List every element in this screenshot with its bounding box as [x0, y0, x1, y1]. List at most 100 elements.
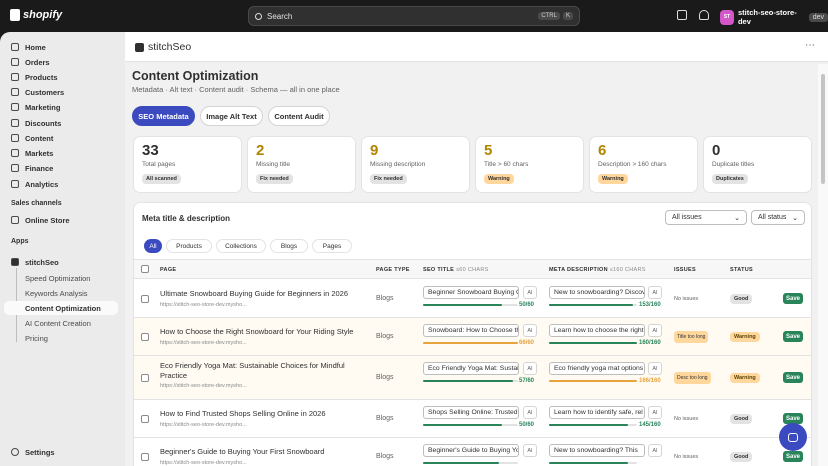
seo-char-count: 66/60: [519, 340, 535, 346]
col-meta-hint: ≤160 CHARS: [609, 267, 646, 273]
chat-button[interactable]: [779, 423, 807, 451]
seo-ai-button[interactable]: AI: [523, 286, 537, 299]
row-checkbox[interactable]: [141, 333, 149, 341]
page-type: Blogs: [376, 295, 394, 302]
stat-badge: Warning: [598, 174, 628, 184]
row-checkbox[interactable]: [141, 295, 149, 303]
meta-ai-button[interactable]: AI: [648, 444, 662, 457]
save-button[interactable]: Save: [783, 331, 803, 342]
sidebar-item-orders[interactable]: Orders: [4, 55, 118, 69]
seo-length-bar: [423, 342, 518, 344]
page-title-link[interactable]: Beginner's Guide to Buying Your First Sn…: [160, 447, 360, 457]
sales-channels-heading[interactable]: Sales channels: [11, 200, 62, 207]
issues-filter-select[interactable]: All issues ⌄: [665, 210, 747, 225]
stat-card: 5 Title > 60 chars Warning: [475, 136, 584, 193]
meta-description-input[interactable]: Learn how to identify safe, rel: [549, 406, 645, 419]
home-icon: [11, 43, 19, 51]
save-button[interactable]: Save: [783, 372, 803, 383]
sidebar-item-products[interactable]: Products: [4, 70, 118, 84]
page-title-link[interactable]: How to Choose the Right Snowboard for Yo…: [160, 327, 360, 337]
save-button[interactable]: Save: [783, 293, 803, 304]
seo-ai-button[interactable]: AI: [523, 444, 537, 457]
seo-ai-button[interactable]: AI: [523, 324, 537, 337]
stat-badge: All scanned: [142, 174, 181, 184]
page-url: https://stitch-seo-store-dev.mysho...: [160, 302, 247, 308]
meta-description-input[interactable]: New to snowboarding? This: [549, 444, 645, 457]
more-actions-icon[interactable]: ⋯: [805, 40, 815, 51]
filter-pill-collections[interactable]: Collections: [216, 239, 266, 253]
sidebar-item-label: Markets: [25, 148, 54, 158]
app-bar: stitchSeo ⋯: [125, 32, 828, 62]
seo-title-input[interactable]: Eco Friendly Yoga Mat: Sustainable: [423, 362, 519, 375]
tab-image-alt-text[interactable]: Image Alt Text: [200, 106, 263, 126]
row-checkbox[interactable]: [141, 453, 149, 461]
sidebar-item-marketing[interactable]: Marketing: [4, 100, 118, 114]
filter-pill-products[interactable]: Products: [166, 239, 212, 253]
scrollbar-thumb[interactable]: [821, 74, 825, 184]
save-button[interactable]: Save: [783, 451, 803, 462]
bell-icon[interactable]: [699, 10, 709, 20]
app-icon: [11, 258, 19, 266]
tab-content-audit[interactable]: Content Audit: [268, 106, 330, 126]
stat-card: 6 Description > 160 chars Warning: [589, 136, 698, 193]
sidebar-item-label: Finance: [25, 163, 54, 173]
seo-title-input[interactable]: Beginner's Guide to Buying Your: [423, 444, 519, 457]
shopify-bag-icon: [10, 9, 20, 21]
status-filter-select[interactable]: All status ⌄: [751, 210, 805, 225]
page-title-link[interactable]: How to Find Trusted Shops Selling Online…: [160, 409, 360, 419]
search-bar[interactable]: Search CTRL K: [248, 6, 580, 26]
meta-description-input[interactable]: Learn how to choose the right: [549, 324, 645, 337]
page-type: Blogs: [376, 453, 394, 460]
meta-ai-button[interactable]: AI: [648, 286, 662, 299]
seo-ai-button[interactable]: AI: [523, 406, 537, 419]
seo-ai-button[interactable]: AI: [523, 362, 537, 375]
sidebar-item-markets[interactable]: Markets: [4, 146, 118, 160]
sidebar-item-home[interactable]: Home: [4, 40, 118, 54]
sidebar-item-finance[interactable]: Finance: [4, 161, 118, 175]
sidebar-subitem-pricing[interactable]: Pricing: [4, 332, 118, 346]
shopify-logo[interactable]: shopify: [10, 9, 62, 21]
meta-ai-button[interactable]: AI: [648, 362, 662, 375]
tab-seo-metadata[interactable]: SEO Metadata: [132, 106, 195, 126]
sidebar-subitem-keywords-analysis[interactable]: Keywords Analysis: [4, 286, 118, 300]
page-type: Blogs: [376, 415, 394, 422]
sidebar-item-content[interactable]: Content: [4, 131, 118, 145]
page-type: Blogs: [376, 374, 394, 381]
sidebar-subitem-ai-content-creation[interactable]: AI Content Creation: [4, 317, 118, 331]
store-icon[interactable]: [677, 10, 687, 20]
meta-description-input[interactable]: New to snowboarding? Discover: [549, 286, 645, 299]
row-checkbox[interactable]: [141, 415, 149, 423]
store-switcher[interactable]: ST stitch-seo-store-dev dev: [720, 8, 828, 26]
apps-heading[interactable]: Apps: [11, 238, 29, 245]
sidebar-item-discounts[interactable]: Discounts: [4, 116, 118, 130]
col-status: STATUS: [730, 267, 753, 273]
col-seo-title-hint: ≤60 CHARS: [455, 267, 489, 273]
meta-ai-button[interactable]: AI: [648, 406, 662, 419]
filter-pill-blogs[interactable]: Blogs: [270, 239, 308, 253]
sidebar-subitem-content-optimization[interactable]: Content Optimization: [4, 301, 118, 316]
meta-ai-button[interactable]: AI: [648, 324, 662, 337]
row-checkbox[interactable]: [141, 374, 149, 382]
col-page: PAGE: [160, 267, 177, 273]
page-title-link[interactable]: Eco Friendly Yoga Mat: Sustainable Choic…: [160, 361, 360, 381]
sidebar-item-customers[interactable]: Customers: [4, 85, 118, 99]
filter-pill-all[interactable]: All: [144, 239, 162, 253]
sidebar-item-label: Customers: [25, 87, 65, 97]
page-title-link[interactable]: Ultimate Snowboard Buying Guide for Begi…: [160, 289, 360, 299]
sidebar-item-settings[interactable]: Settings: [4, 445, 118, 459]
gear-icon: [11, 448, 19, 456]
filter-pill-pages[interactable]: Pages: [312, 239, 352, 253]
seo-title-input[interactable]: Shops Selling Online: Trusted: [423, 406, 519, 419]
stat-badge: Fix needed: [256, 174, 293, 184]
sidebar-item-analytics[interactable]: Analytics: [4, 177, 118, 191]
sidebar-item-label: Content Optimization: [25, 303, 101, 313]
seo-title-input[interactable]: Snowboard: How to Choose the Right: [423, 324, 519, 337]
select-all-checkbox[interactable]: [141, 265, 149, 273]
sidebar-item-stitchseo[interactable]: stitchSeo: [4, 255, 118, 269]
sidebar-item-online-store[interactable]: Online Store: [4, 213, 118, 227]
meta-description-input[interactable]: Eco friendly yoga mat options: [549, 362, 645, 375]
sidebar-subitem-speed-optimization[interactable]: Speed Optimization: [4, 271, 118, 285]
seo-title-input[interactable]: Beginner Snowboard Buying Guide: [423, 286, 519, 299]
page-title: Content Optimization: [132, 69, 259, 83]
scrollbar[interactable]: [818, 64, 828, 466]
